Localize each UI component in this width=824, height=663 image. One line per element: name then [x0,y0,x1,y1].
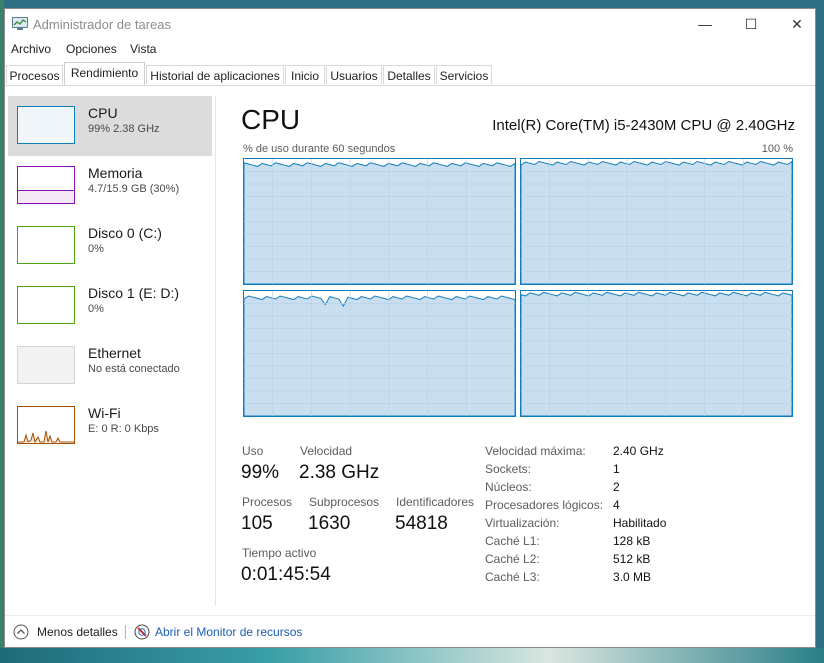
spec-value: 512 kB [613,552,651,566]
ethernet-thumbnail [17,346,75,384]
minimize-button[interactable]: — [682,9,728,39]
page-title: CPU [241,104,301,135]
sidebar-item-value: E: 0 R: 0 Kbps [88,423,159,435]
sidebar-item-value: No está conectado [88,363,180,375]
tab-historial-aplicaciones[interactable]: Historial de aplicaciones [146,65,284,84]
sidebar-item-memoria[interactable]: Memoria 4.7/15.9 GB (30%) [8,156,212,216]
task-manager-window: Administrador de tareas — ☐ ✕ Archivo Op… [4,8,816,648]
close-button[interactable]: ✕ [774,9,820,39]
cpu-utilization-area [521,291,792,416]
spec-value: 2.40 GHz [613,444,664,458]
cpu-utilization-area [521,160,792,284]
procesos-label: Procesos [242,495,293,509]
sidebar-item-disco-1[interactable]: Disco 1 (E: D:) 0% [8,276,212,336]
sidebar-item-wifi[interactable]: Wi-Fi E: 0 R: 0 Kbps [8,396,212,456]
sidebar-item-value: 0% [88,243,104,255]
velocidad-value: 2.38 GHz [299,462,380,483]
cpu-core-graph [520,158,793,285]
spec-value: 1 [613,462,620,476]
tiempo-activo-label: Tiempo activo [242,546,317,560]
disk-1-thumbnail [17,286,75,324]
cpu-utilization-area [244,295,515,416]
title-bar[interactable]: Administrador de tareas — ☐ ✕ [5,9,815,39]
cpu-utilization-area [244,162,515,284]
cpu-graph-canvas [244,159,515,284]
spec-value: Habilitado [613,516,667,530]
tab-detalles[interactable]: Detalles [383,65,435,84]
sidebar-item-label: Memoria [88,165,143,181]
sidebar-item-value: 99% 2.38 GHz [88,123,160,135]
maximize-button[interactable]: ☐ [728,9,774,39]
spec-label: Caché L1: [485,534,540,548]
subprocesos-value: 1630 [308,513,351,534]
sidebar-item-ethernet[interactable]: Ethernet No está conectado [8,336,212,396]
spec-value: 4 [613,498,620,512]
memory-thumbnail [17,166,75,204]
spec-label: Caché L2: [485,552,540,566]
sidebar-item-value: 0% [88,303,104,315]
tab-servicios[interactable]: Servicios [436,65,492,84]
graph-max-label: 100 % [761,143,793,155]
wifi-thumbnail [17,406,75,444]
tab-inicio[interactable]: Inicio [285,65,325,84]
spec-label: Sockets: [485,462,532,476]
panel-divider [215,96,216,606]
tab-procesos[interactable]: Procesos [6,65,63,84]
cpu-thumbnail [17,106,75,144]
sidebar-item-label: Wi-Fi [88,405,121,421]
sidebar-item-cpu[interactable]: CPU 99% 2.38 GHz [8,96,212,156]
subprocesos-label: Subprocesos [309,495,380,509]
window-title: Administrador de tareas [33,17,172,32]
sidebar-item-label: Ethernet [88,345,141,361]
spec-label: Núcleos: [485,480,532,494]
uso-label: Uso [242,444,264,458]
procesos-value: 105 [241,513,273,534]
cpu-core-graph [520,290,793,417]
identificadores-value: 54818 [395,513,448,534]
sidebar-item-value: 4.7/15.9 GB (30%) [88,183,180,195]
spec-value: 128 kB [613,534,651,548]
menu-archivo[interactable]: Archivo [11,42,51,56]
sidebar-item-disco-0[interactable]: Disco 0 (C:) 0% [8,216,212,276]
sidebar-item-label: Disco 0 (C:) [88,225,162,241]
identificadores-label: Identificadores [396,495,475,509]
tab-usuarios[interactable]: Usuarios [326,65,382,84]
tiempo-activo-value: 0:01:45:54 [241,564,331,585]
chevron-up-circle-icon[interactable] [13,624,29,640]
footer-bar: Menos detalles Abrir el Monitor de recur… [5,615,815,648]
velocidad-label: Velocidad [300,444,353,458]
resource-monitor-icon[interactable] [134,624,150,640]
cpu-graph-canvas [244,291,515,416]
tab-bar: Procesos Rendimiento Historial de aplica… [5,62,815,86]
tab-rendimiento[interactable]: Rendimiento [64,62,145,85]
spec-label: Procesadores lógicos: [485,498,604,512]
cpu-graph-canvas [521,291,792,416]
spec-label: Virtualización: [485,516,560,530]
task-manager-app-icon [12,17,28,30]
spec-label: Velocidad máxima: [485,444,586,458]
menu-vista[interactable]: Vista [130,42,156,56]
cpu-graph-canvas [521,159,792,284]
sidebar-item-label: Disco 1 (E: D:) [88,285,180,301]
graph-caption: % de uso durante 60 segundos [243,143,396,155]
cpu-core-graph [243,158,516,285]
wifi-activity-spikes [18,430,74,443]
cpu-model-name: Intel(R) Core(TM) i5-2430M CPU @ 2.40GHz [492,117,795,134]
menu-opciones[interactable]: Opciones [66,42,117,56]
spec-value: 2 [613,480,620,494]
footer-separator [125,625,126,639]
disk-0-thumbnail [17,226,75,264]
cpu-core-graph [243,290,516,417]
spec-label: Caché L3: [485,570,540,584]
less-details-button[interactable]: Menos detalles [37,625,118,639]
spec-value: 3.0 MB [613,570,652,584]
desktop-background-bottom [0,648,824,663]
sidebar-item-label: CPU [88,105,118,121]
uso-value: 99% [241,462,280,483]
open-resource-monitor-link[interactable]: Abrir el Monitor de recursos [155,625,302,639]
